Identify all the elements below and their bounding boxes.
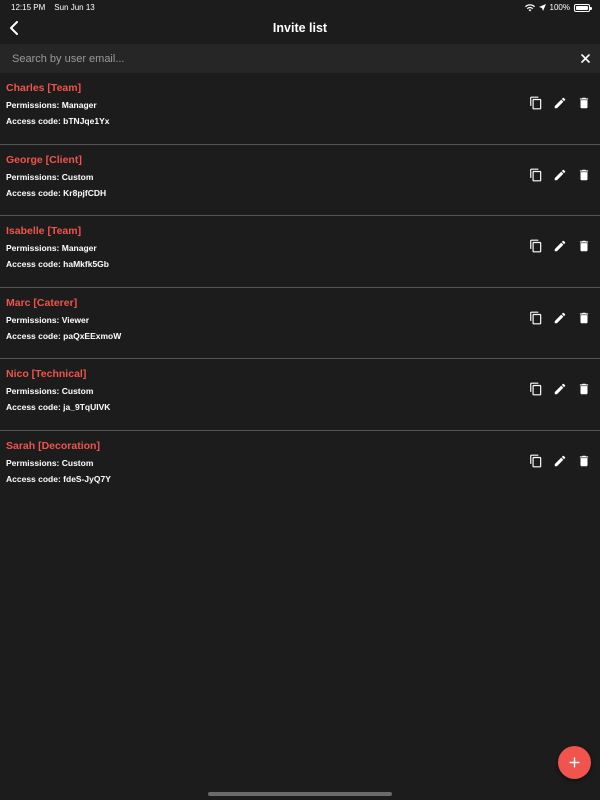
delete-button[interactable] — [576, 453, 592, 469]
invite-access-code: Access code: paQxEExmoW — [6, 330, 122, 341]
location-arrow-icon — [538, 4, 546, 11]
clear-search-button[interactable] — [579, 52, 591, 64]
wifi-icon — [524, 3, 535, 11]
pencil-icon — [554, 312, 566, 323]
delete-button[interactable] — [576, 95, 592, 111]
item-actions — [528, 95, 592, 111]
edit-button[interactable] — [552, 381, 568, 397]
invite-access-code: Access code: bTNJqe1Yx — [6, 116, 110, 126]
list-item: George [Client] Permissions: Custom Acce… — [0, 145, 600, 216]
copy-button[interactable] — [528, 381, 544, 397]
list-item: Isabelle [Team] Permissions: Manager Acc… — [0, 216, 600, 288]
copy-icon — [530, 168, 542, 181]
invite-permissions: Permissions: Manager — [6, 100, 97, 110]
home-indicator — [208, 792, 392, 796]
copy-icon — [530, 96, 542, 110]
copy-button[interactable] — [528, 453, 544, 469]
invite-access-code: Access code: ja_9TqUIVK — [6, 402, 111, 412]
invite-name: George [Client] — [6, 153, 82, 166]
invite-permissions: Permissions: Custom — [6, 457, 94, 468]
invite-permissions: Permissions: Manager — [6, 243, 97, 253]
edit-button[interactable] — [552, 167, 568, 183]
trash-icon — [579, 97, 589, 109]
delete-button[interactable] — [576, 167, 592, 183]
trash-icon — [579, 312, 589, 323]
status-right: 100% — [524, 3, 592, 12]
item-actions — [528, 167, 592, 183]
copy-button[interactable] — [528, 238, 544, 254]
delete-button[interactable] — [576, 381, 592, 397]
invite-access-code: Access code: Kr8pjfCDH — [6, 187, 107, 198]
invite-access-code: Access code: fdeS-JyQ7Y — [6, 473, 111, 484]
status-time: 12:15 PM — [11, 3, 46, 12]
list-item: Marc [Caterer] Permissions: Viewer Acces… — [0, 288, 600, 359]
edit-button[interactable] — [552, 238, 568, 254]
list-item: Nico [Technical] Permissions: Custom Acc… — [0, 359, 600, 431]
copy-button[interactable] — [528, 167, 544, 183]
copy-icon — [530, 454, 542, 467]
close-icon — [580, 53, 590, 63]
invite-permissions: Permissions: Custom — [6, 171, 94, 182]
status-bar: 12:15 PM Sun Jun 13 100% — [0, 0, 600, 14]
invite-name: Nico [Technical] — [6, 368, 87, 380]
search-input[interactable] — [0, 44, 560, 73]
copy-icon — [530, 239, 542, 253]
pencil-icon — [554, 383, 566, 395]
delete-button[interactable] — [576, 310, 592, 326]
plus-icon — [569, 757, 580, 768]
invite-permissions: Permissions: Custom — [6, 386, 94, 396]
invite-list: Charles [Team] Permissions: Manager Acce… — [0, 73, 600, 502]
copy-icon — [530, 382, 542, 396]
copy-button[interactable] — [528, 95, 544, 111]
battery-percent: 100% — [549, 3, 570, 12]
screen: 12:15 PM Sun Jun 13 100% Invite list Sea… — [0, 0, 600, 800]
invite-permissions: Permissions: Viewer — [6, 314, 89, 325]
add-invite-button[interactable] — [558, 746, 591, 779]
edit-button[interactable] — [552, 453, 568, 469]
battery-icon — [574, 3, 592, 12]
edit-button[interactable] — [552, 95, 568, 111]
nav-header: Invite list — [0, 14, 600, 44]
item-actions — [528, 381, 592, 397]
item-actions — [528, 453, 592, 469]
item-actions — [528, 238, 592, 254]
trash-icon — [579, 455, 589, 466]
delete-button[interactable] — [576, 238, 592, 254]
invite-name: Charles [Team] — [6, 82, 82, 94]
status-left: 12:15 PM Sun Jun 13 — [11, 3, 95, 12]
pencil-icon — [554, 97, 566, 109]
trash-icon — [579, 383, 589, 395]
copy-icon — [530, 311, 542, 324]
pencil-icon — [554, 169, 566, 180]
trash-icon — [579, 240, 589, 252]
pencil-icon — [554, 455, 566, 466]
status-date: Sun Jun 13 — [54, 3, 95, 12]
list-item: Charles [Team] Permissions: Manager Acce… — [0, 73, 600, 145]
list-item: Sarah [Decoration] Permissions: Custom A… — [0, 431, 600, 503]
invite-access-code: Access code: haMkfk5Gb — [6, 259, 109, 269]
edit-button[interactable] — [552, 310, 568, 326]
search-bar — [0, 44, 600, 73]
trash-icon — [579, 169, 589, 180]
copy-button[interactable] — [528, 310, 544, 326]
item-actions — [528, 310, 592, 326]
invite-name: Sarah [Decoration] — [6, 439, 100, 452]
pencil-icon — [554, 240, 566, 252]
invite-name: Isabelle [Team] — [6, 225, 82, 237]
page-title: Invite list — [272, 21, 328, 35]
invite-name: Marc [Caterer] — [6, 296, 78, 309]
